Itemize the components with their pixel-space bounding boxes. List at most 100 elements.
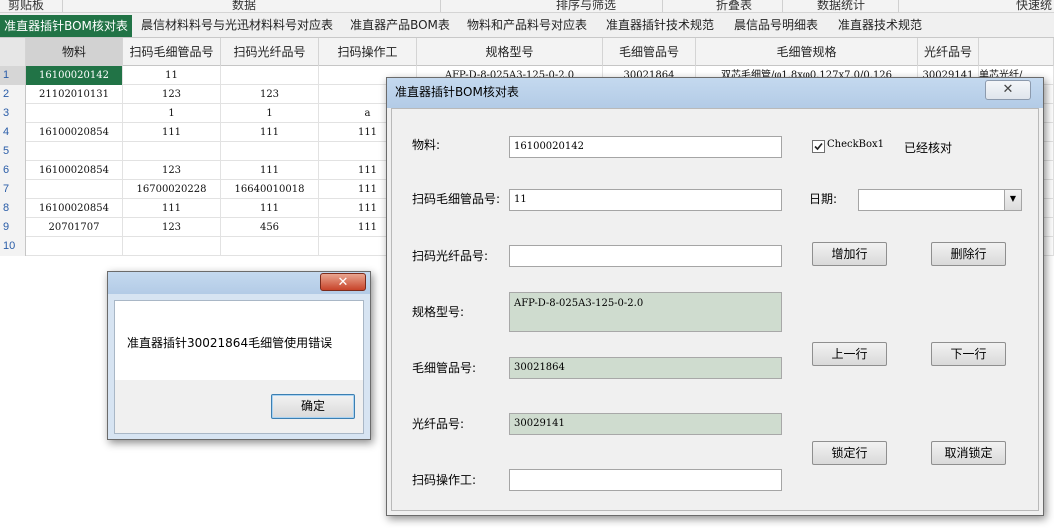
table-cell[interactable]: [221, 142, 319, 161]
table-cell[interactable]: 111: [221, 199, 319, 218]
prev-row-button[interactable]: 上一行: [812, 342, 887, 366]
table-cell[interactable]: 16640010018: [221, 180, 319, 199]
row-number[interactable]: 8: [0, 199, 26, 218]
row-number[interactable]: 9: [0, 218, 26, 237]
table-cell[interactable]: [221, 237, 319, 256]
table-cell[interactable]: 21102010131: [26, 85, 123, 104]
lock-row-button[interactable]: 锁定行: [812, 441, 887, 465]
row-number[interactable]: 2: [0, 85, 26, 104]
column-header[interactable]: 扫码操作工: [319, 38, 417, 66]
table-cell[interactable]: 123: [221, 85, 319, 104]
capillary-no-field[interactable]: 30021864: [509, 357, 782, 379]
row-number[interactable]: 1: [0, 66, 26, 85]
checked-status-label: 已经核对: [904, 141, 953, 155]
operator-field[interactable]: [509, 469, 782, 491]
table-cell[interactable]: [26, 237, 123, 256]
column-header[interactable]: 毛细管规格: [696, 38, 918, 66]
table-cell[interactable]: 11: [123, 66, 221, 85]
error-message: 准直器插针30021864毛细管使用错误: [127, 336, 333, 350]
ribbon-group-quick-stats: 快速统: [1016, 0, 1053, 12]
table-cell[interactable]: 20701707: [26, 218, 123, 237]
add-row-button[interactable]: 增加行: [812, 242, 887, 266]
tab-material-product-mapping[interactable]: 物料和产品料号对应表: [458, 14, 596, 37]
row-number[interactable]: 10: [0, 237, 26, 256]
sheet-tabs: 准直器插针BOM核对表 晨信材料料号与光迅材料料号对应表 准直器产品BOM表 物…: [0, 13, 1054, 38]
row-number[interactable]: 4: [0, 123, 26, 142]
table-cell[interactable]: 1: [221, 104, 319, 123]
fiber-no-field[interactable]: 30029141: [509, 413, 782, 435]
form-client-area: 物料: 16100020142 CheckBox1 已经核对 扫码毛细管品号: …: [391, 108, 1039, 511]
spec-label: 规格型号:: [412, 305, 465, 319]
table-cell[interactable]: [26, 180, 123, 199]
column-header[interactable]: [979, 38, 1054, 66]
form-close-button[interactable]: ✕: [985, 80, 1031, 100]
tab-product-bom[interactable]: 准直器产品BOM表: [342, 14, 458, 37]
table-cell[interactable]: 16100020854: [26, 161, 123, 180]
table-cell[interactable]: 111: [123, 123, 221, 142]
table-cell[interactable]: 16100020854: [26, 199, 123, 218]
tab-material-mapping[interactable]: 晨信材料料号与光迅材料料号对应表: [132, 14, 342, 37]
bom-check-form: 准直器插针BOM核对表 ✕ 物料: 16100020142 CheckBox1 …: [386, 77, 1044, 516]
row-number[interactable]: 3: [0, 104, 26, 123]
select-all-corner[interactable]: [0, 38, 26, 66]
table-cell[interactable]: 111: [123, 199, 221, 218]
tab-pin-spec[interactable]: 准直器插针技术规范: [596, 14, 724, 37]
table-cell[interactable]: [26, 142, 123, 161]
row-number[interactable]: 6: [0, 161, 26, 180]
ribbon-group-stats: 数据统计: [817, 0, 866, 12]
table-cell[interactable]: [123, 237, 221, 256]
checkbox1-label: CheckBox1: [827, 139, 885, 150]
table-cell[interactable]: 16100020142: [26, 66, 123, 85]
msgbox-close-button[interactable]: ✕: [320, 273, 366, 291]
table-cell[interactable]: 123: [123, 218, 221, 237]
column-header[interactable]: 扫码光纤品号: [221, 38, 319, 66]
table-cell[interactable]: 111: [221, 161, 319, 180]
table-cell[interactable]: 16100020854: [26, 123, 123, 142]
chevron-down-icon[interactable]: ▼: [1004, 190, 1021, 210]
error-message-box: ✕ 准直器插针30021864毛细管使用错误 确定: [107, 271, 371, 440]
close-icon: ✕: [337, 275, 349, 290]
column-header[interactable]: 毛细管品号: [603, 38, 696, 66]
close-icon: ✕: [1002, 82, 1014, 97]
tab-item-detail[interactable]: 晨信品号明细表: [724, 14, 828, 37]
table-cell[interactable]: 1: [123, 104, 221, 123]
next-row-button[interactable]: 下一行: [931, 342, 1006, 366]
date-combobox[interactable]: ▼: [858, 189, 1022, 211]
row-number[interactable]: 5: [0, 142, 26, 161]
checkmark-icon: [814, 142, 823, 151]
table-cell[interactable]: [26, 104, 123, 123]
date-label: 日期:: [809, 192, 838, 206]
delete-row-button[interactable]: 删除行: [931, 242, 1006, 266]
form-titlebar: 准直器插针BOM核对表 ✕: [387, 78, 1043, 108]
row-number[interactable]: 7: [0, 180, 26, 199]
column-header[interactable]: 光纤品号: [918, 38, 979, 66]
msgbox-body: 准直器插针30021864毛细管使用错误 确定: [114, 300, 364, 434]
table-cell[interactable]: 456: [221, 218, 319, 237]
table-cell[interactable]: [123, 142, 221, 161]
operator-label: 扫码操作工:: [412, 473, 477, 487]
capillary-scan-label: 扫码毛细管品号:: [412, 192, 501, 206]
ribbon-group-data: 数据: [232, 0, 257, 12]
checkbox1[interactable]: [812, 140, 825, 153]
fiber-scan-field[interactable]: [509, 245, 782, 267]
column-header[interactable]: 扫码毛细管品号: [123, 38, 221, 66]
ok-button[interactable]: 确定: [271, 394, 355, 419]
tab-collimator-spec[interactable]: 准直器技术规范: [828, 14, 932, 37]
capillary-scan-field[interactable]: 11: [509, 189, 782, 211]
table-cell[interactable]: 123: [123, 161, 221, 180]
table-cell[interactable]: 123: [123, 85, 221, 104]
column-header[interactable]: 规格型号: [417, 38, 603, 66]
column-header[interactable]: 物料: [26, 38, 123, 66]
unlock-button[interactable]: 取消锁定: [931, 441, 1006, 465]
tab-bom-check[interactable]: 准直器插针BOM核对表: [0, 15, 132, 37]
msgbox-message-area: 准直器插针30021864毛细管使用错误: [115, 301, 363, 380]
table-cell[interactable]: 111: [221, 123, 319, 142]
ribbon-group-sort-filter: 排序与筛选: [556, 0, 617, 12]
material-field[interactable]: 16100020142: [509, 136, 782, 158]
form-title: 准直器插针BOM核对表: [395, 85, 519, 99]
table-cell[interactable]: [221, 66, 319, 85]
capillary-no-label: 毛细管品号:: [412, 361, 477, 375]
ribbon-group-clipboard: 剪贴板: [8, 0, 45, 12]
table-cell[interactable]: 16700020228: [123, 180, 221, 199]
spec-field[interactable]: AFP-D-8-025A3-125-0-2.0: [509, 292, 782, 332]
